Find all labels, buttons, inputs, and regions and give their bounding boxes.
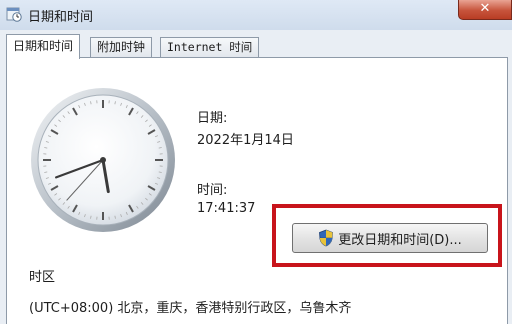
- highlight-annotation: [272, 204, 502, 267]
- date-value: 2022年1月14日: [197, 133, 294, 148]
- tab-date-time-label: 日期和时间: [13, 39, 74, 53]
- title-bar: 日期和时间 ✕: [0, 0, 512, 30]
- timezone-section-label: 时区: [29, 270, 56, 285]
- date-label: 日期:: [197, 111, 228, 126]
- close-button[interactable]: ✕: [458, 0, 512, 20]
- tab-additional-clocks[interactable]: 附加时钟: [90, 37, 153, 58]
- tab-additional-clocks-label: 附加时钟: [97, 40, 146, 54]
- timezone-value: (UTC+08:00) 北京，重庆，香港特别行政区，乌鲁木齐: [29, 301, 352, 316]
- time-label: 时间:: [197, 183, 228, 198]
- date-time-panel: 日期: 2022年1月14日 时间: 17:41:37 更改日期和时间(D)..…: [6, 57, 508, 324]
- clock-center: [100, 157, 106, 163]
- tab-date-time[interactable]: 日期和时间: [6, 34, 81, 59]
- analog-clock: [31, 88, 175, 232]
- close-icon: ✕: [479, 1, 491, 16]
- window-title: 日期和时间: [28, 10, 94, 25]
- time-value: 17:41:37: [197, 201, 256, 216]
- tab-internet-time-label: Internet 时间: [167, 40, 253, 54]
- calendar-clock-icon: [6, 7, 22, 22]
- tab-internet-time[interactable]: Internet 时间: [160, 37, 260, 58]
